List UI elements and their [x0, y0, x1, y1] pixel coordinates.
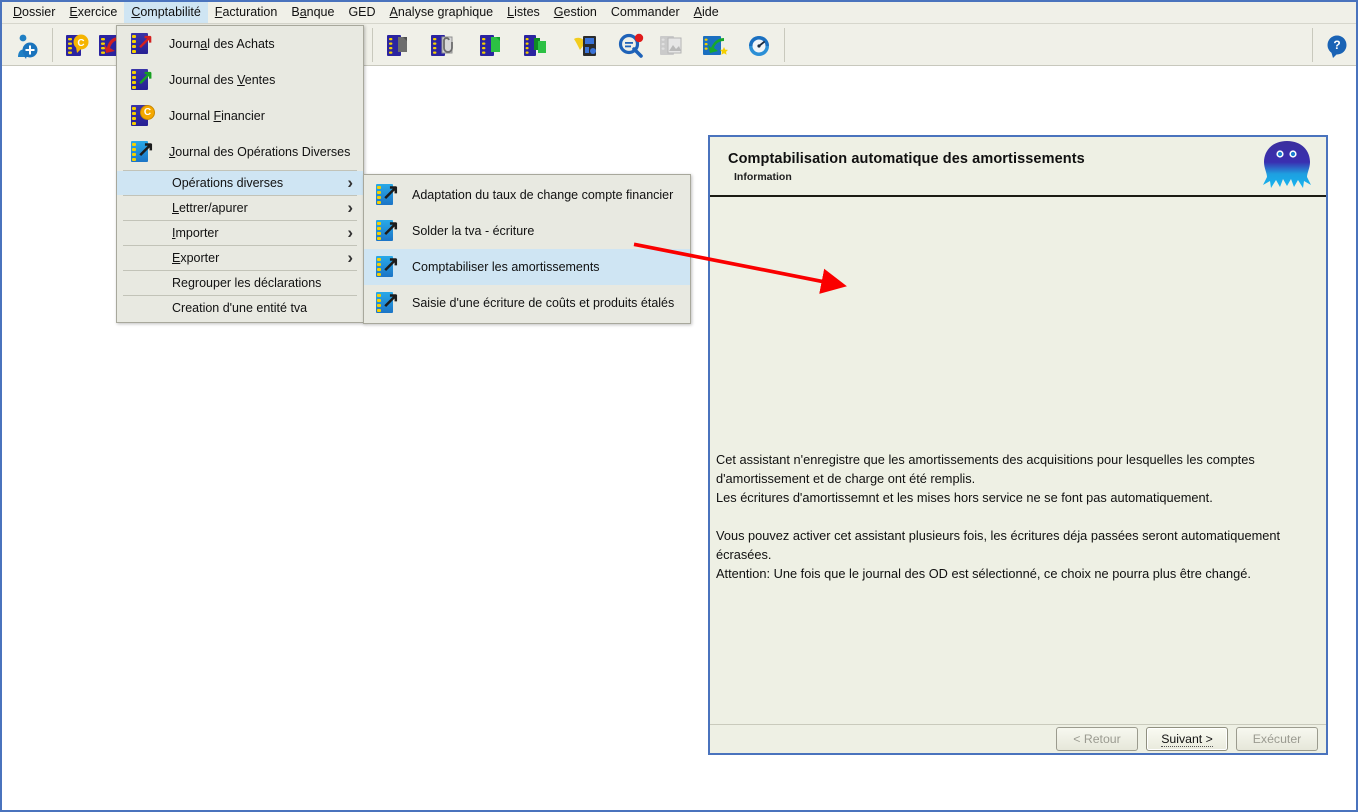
application-window: Dossier Exercice Comptabilité Facturation Ba…	[0, 0, 1358, 812]
menu-item-facturation[interactable]: Facturation	[208, 2, 285, 23]
journal-attachment-icon[interactable]	[430, 33, 456, 59]
journal-od-icon: ↖	[374, 289, 400, 316]
dropdown-item-label: Lettrer/apurer	[172, 201, 248, 215]
menu-item-gestion[interactable]: Gestion	[547, 2, 604, 23]
journal-document-gray-icon[interactable]	[386, 33, 412, 59]
submenu-item-solder-la-tva-criture[interactable]: ↖ Solder la tva - écriture	[364, 213, 690, 249]
submenu-item-comptabiliser-les-amortissements[interactable]: ↖ Comptabiliser les amortissements	[364, 249, 690, 285]
journal-od-icon: ↖	[374, 181, 400, 208]
dropdown-item-op-rations-diverses[interactable]: Opérations diverses ›	[117, 171, 363, 195]
dashboard-gauge-icon[interactable]	[746, 33, 772, 59]
dropdown-item-regrouper-les-d-clarations[interactable]: Regrouper les déclarations	[117, 271, 363, 295]
dropdown-item-journal-des-ventes[interactable]: ↗ Journal des Ventes	[117, 62, 363, 98]
help-icon[interactable]: ?	[1324, 33, 1350, 59]
submenu-item-label: Solder la tva - écriture	[412, 224, 535, 238]
dropdown-item-label: Journal des Achats	[169, 37, 275, 51]
dropdown-item-label: Journal des Ventes	[169, 73, 276, 87]
menu-item-exercice[interactable]: Exercice	[62, 2, 124, 23]
dropdown-item-exporter[interactable]: Exporter ›	[117, 246, 363, 270]
dropdown-item-label: Opérations diverses	[172, 176, 284, 190]
journal-od-icon: ↖	[129, 138, 155, 165]
dropdown-item-label: Creation d'une entité tva	[172, 301, 308, 315]
dropdown-item-creation-d-une-entit-tva[interactable]: Creation d'une entité tva	[117, 296, 363, 320]
chevron-right-icon: ›	[347, 248, 353, 267]
wizard-paragraph: Attention: Une fois que le journal des O…	[716, 566, 1251, 581]
wizard-body: Cet assistant n'enregistre que les amort…	[710, 197, 1326, 725]
dropdown-item-journal-des-achats[interactable]: ↖ Journal des Achats	[117, 26, 363, 62]
menu-item-aide[interactable]: Aide	[687, 2, 726, 23]
toolbar-separator	[372, 28, 373, 62]
search-record-icon[interactable]	[618, 33, 644, 59]
next-button[interactable]: Suivant >	[1146, 727, 1228, 751]
svg-text:?: ?	[1333, 38, 1340, 52]
submenu-item-adaptation-du-taux-de-change-compte-financier[interactable]: ↖ Adaptation du taux de change compte fin…	[364, 177, 690, 213]
menu-item-ged[interactable]: GED	[341, 2, 382, 23]
menu-comptabilite-dropdown[interactable]: ↖ Journal des Achats ↗ Journal des Ventes C J…	[116, 25, 364, 323]
menu-item-commander[interactable]: Commander	[604, 2, 687, 23]
submenu-item-label: Adaptation du taux de change compte fina…	[412, 188, 674, 202]
submenu-item-label: Saisie d'une écriture de coûts et produi…	[412, 296, 675, 310]
dropdown-item-label: Journal des Opérations Diverses	[169, 145, 351, 159]
journal-green-folder-icon[interactable]	[523, 33, 549, 59]
wizard-information-text: Cet assistant n'enregistre que les amort…	[716, 450, 1316, 583]
dropdown-item-label: Journal Financier	[169, 109, 265, 123]
next-button-label: Suivant >	[1161, 731, 1213, 747]
wizard-header: Comptabilisation automatique des amortis…	[710, 137, 1326, 197]
dropdown-item-journal-des-op-rations-diverses[interactable]: ↖ Journal des Opérations Diverses	[117, 134, 363, 170]
dropdown-item-lettrer-apurer[interactable]: Lettrer/apurer ›	[117, 196, 363, 220]
chevron-right-icon: ›	[347, 173, 353, 192]
wizard-paragraph: Cet assistant n'enregistre que les amort…	[716, 452, 1255, 486]
journal-star-export-icon[interactable]	[702, 33, 728, 59]
dropdown-item-label: Exporter	[172, 251, 220, 265]
journal-od-icon: ↖	[374, 253, 400, 280]
menu-item-analyse-graphique[interactable]: Analyse graphique	[383, 2, 501, 23]
toolbar-separator	[1312, 28, 1313, 62]
back-button: < Retour	[1056, 727, 1138, 751]
journal-od-icon: ↖	[374, 217, 400, 244]
toolbar-separator	[784, 28, 785, 62]
chevron-right-icon: ›	[347, 223, 353, 242]
dropdown-item-label: Regrouper les déclarations	[172, 276, 322, 290]
octopus-mascot-icon	[1256, 135, 1318, 197]
menu-item-dossier[interactable]: Dossier	[6, 2, 62, 23]
text-spacer	[716, 507, 1316, 526]
journal-ventes-icon: ↗	[129, 67, 155, 93]
submenu-item-saisie-d-une-criture-de-co-ts-et-produits-tal-s[interactable]: ↖ Saisie d'une écriture de coûts et produ…	[364, 285, 690, 321]
wizard-footer: < Retour Suivant > Exécuter	[710, 725, 1326, 753]
wizard-paragraph: Les écritures d'amortissemnt et les mise…	[716, 490, 1213, 505]
journal-achats-icon: ↖	[129, 31, 155, 57]
execute-button-label: Exécuter	[1252, 732, 1302, 746]
journal-export-yellow-icon[interactable]	[573, 33, 599, 59]
chevron-right-icon: ›	[347, 198, 353, 217]
menu-item-comptabilit-[interactable]: Comptabilité	[124, 2, 208, 23]
toolbar-separator	[52, 28, 53, 62]
new-contact-icon[interactable]	[14, 33, 40, 59]
dropdown-item-label: Importer	[172, 226, 219, 240]
wizard-subtitle: Information	[734, 171, 792, 183]
wizard-title: Comptabilisation automatique des amortis…	[728, 151, 1085, 167]
submenu-item-label: Comptabiliser les amortissements	[412, 260, 600, 274]
menu-bar: Dossier Exercice Comptabilité Facturation Ba…	[2, 2, 1356, 24]
menu-item-listes[interactable]: Listes	[500, 2, 547, 23]
back-button-label: < Retour	[1073, 732, 1121, 746]
menu-item-banque[interactable]: Banque	[284, 2, 341, 23]
dropdown-item-journal-financier[interactable]: C Journal Financier	[117, 98, 363, 134]
image-disabled-icon[interactable]	[659, 33, 685, 59]
svg-text:C: C	[77, 38, 84, 49]
journal-green-page-icon[interactable]	[479, 33, 505, 59]
dropdown-item-importer[interactable]: Importer ›	[117, 221, 363, 245]
journal-financier-icon: C	[129, 103, 155, 129]
wizard-paragraph: Vous pouvez activer cet assistant plusie…	[716, 528, 1281, 562]
submenu-operations-diverses[interactable]: ↖ Adaptation du taux de change compte fin…	[363, 174, 691, 324]
execute-button: Exécuter	[1236, 727, 1318, 751]
wizard-dialog: Comptabilisation automatique des amortis…	[708, 135, 1328, 755]
journal-financier-icon[interactable]: C	[64, 33, 90, 59]
